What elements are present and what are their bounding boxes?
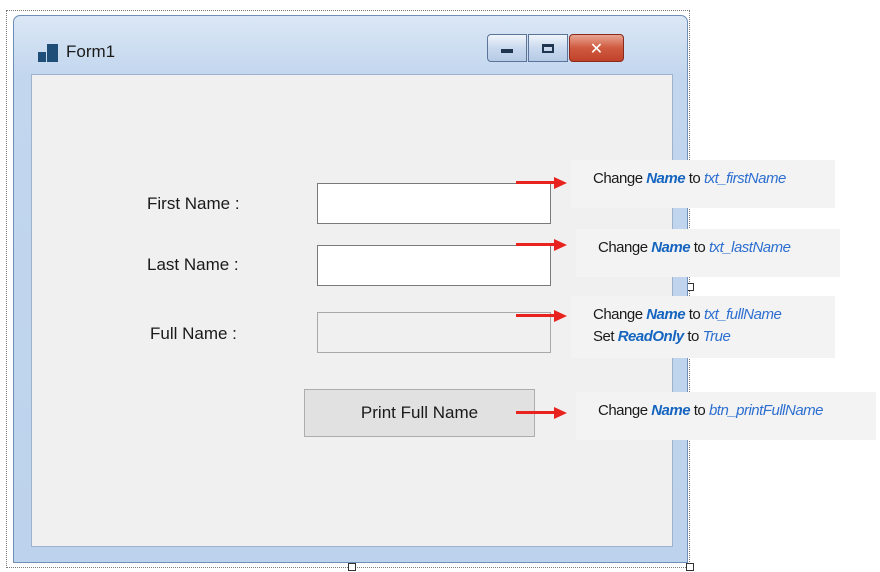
last-name-label: Last Name : — [147, 255, 239, 274]
minimize-button[interactable] — [487, 34, 527, 62]
annotation-last-name: Change Name to txt_lastName — [576, 229, 840, 277]
maximize-icon — [542, 43, 554, 53]
title-bar[interactable]: Form1 ✕ — [14, 16, 687, 72]
print-full-name-button[interactable]: Print Full Name — [304, 389, 535, 437]
annotation-first-name: Change Name to txt_firstName — [571, 160, 835, 208]
form-window: Form1 ✕ First Name : Last Name : Full Na… — [13, 15, 688, 563]
arrow-full-name — [516, 310, 568, 322]
arrow-first-name — [516, 177, 568, 189]
window-title: Form1 — [66, 42, 116, 61]
resize-handle-corner[interactable] — [686, 563, 694, 571]
close-button[interactable]: ✕ — [569, 34, 624, 62]
full-name-label: Full Name : — [150, 324, 237, 343]
minimize-icon — [501, 49, 513, 53]
form-app-icon — [38, 44, 58, 62]
arrow-last-name — [516, 239, 568, 251]
first-name-input[interactable] — [317, 183, 551, 224]
first-name-label: First Name : — [147, 194, 240, 213]
last-name-input[interactable] — [317, 245, 551, 286]
maximize-button[interactable] — [528, 34, 568, 62]
resize-handle-bottom[interactable] — [348, 563, 356, 571]
annotation-full-name: Change Name to txt_fullName Set ReadOnly… — [571, 296, 835, 358]
close-icon: ✕ — [589, 38, 604, 58]
annotation-print-button: Change Name to btn_printFullName — [576, 392, 876, 440]
arrow-print-button — [516, 407, 568, 419]
